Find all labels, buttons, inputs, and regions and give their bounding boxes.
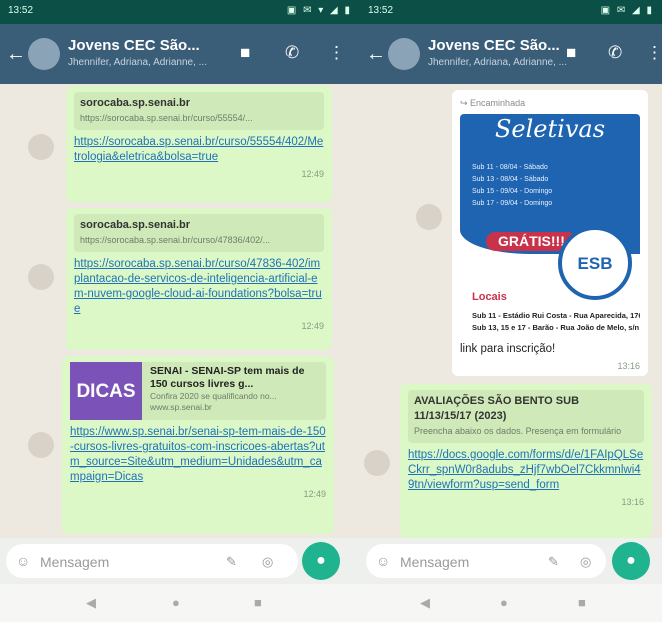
nav-back-icon[interactable]: ◀ — [86, 595, 96, 611]
status-icons: ▣ ✉ ◢ ▮ — [600, 5, 654, 16]
preview-url: https://sorocaba.sp.senai.br/curso/55554… — [80, 113, 253, 123]
sender-avatar[interactable] — [28, 264, 54, 290]
message-input[interactable]: ☺ Mensagem ✎ ◎ — [6, 544, 298, 578]
sender-avatar[interactable] — [416, 204, 442, 230]
camera-icon[interactable]: ◎ — [262, 554, 273, 570]
mic-icon[interactable]: ● — [302, 542, 340, 580]
poster-title: Seletivas — [494, 115, 606, 143]
nav-home-icon[interactable]: ● — [172, 595, 180, 610]
status-time: 13:52 — [8, 5, 34, 16]
group-title[interactable]: Jovens CEC São... — [428, 37, 560, 54]
status-icons: ▣ ✉ ▾ ◢ ▮ — [286, 5, 352, 16]
group-avatar[interactable] — [388, 38, 420, 70]
emoji-icon[interactable]: ☺ — [16, 553, 30, 569]
message-placeholder: Mensagem — [400, 554, 470, 570]
system-navbar: ◀ ● ■ — [360, 584, 662, 622]
chat-screen-right: 13:52 ▣ ✉ ◢ ▮ ← Jovens CEC São... Jhenni… — [360, 0, 662, 622]
message-bubble[interactable]: sorocaba.sp.senai.br https://sorocaba.sp… — [66, 86, 332, 202]
poster-line: Sub 17 - 09/04 - Domingo — [472, 200, 553, 207]
camera-icon[interactable]: ◎ — [580, 554, 591, 570]
back-arrow-icon[interactable]: ← — [6, 43, 26, 66]
preview-site: sorocaba.sp.senai.br — [80, 97, 191, 109]
message-bubble[interactable]: ↪ Encaminhada Seletivas Sub 11 - 08/04 -… — [452, 90, 648, 376]
message-time: 12:49 — [303, 489, 326, 499]
preview-title: AVALIAÇÕES SÃO BENTO SUB 11/13/15/17 (20… — [414, 395, 580, 422]
poster-locais: Locais — [472, 291, 507, 303]
preview-image: DICAS — [70, 362, 142, 420]
status-bar: 13:52 ▣ ✉ ▾ ◢ ▮ — [0, 0, 360, 24]
message-bubble[interactable]: AVALIAÇÕES SÃO BENTO SUB 11/13/15/17 (20… — [400, 384, 652, 538]
sender-avatar[interactable] — [28, 134, 54, 160]
attach-icon[interactable]: ✎ — [226, 554, 237, 570]
more-options-icon[interactable]: ⋮ — [646, 43, 662, 63]
message-bubble[interactable]: sorocaba.sp.senai.br https://sorocaba.sp… — [66, 208, 332, 350]
poster-address: Sub 13, 15 e 17 - Barão - Rua João de Me… — [472, 323, 640, 332]
mic-icon[interactable]: ● — [612, 542, 650, 580]
group-title[interactable]: Jovens CEC São... — [68, 37, 200, 54]
nav-home-icon[interactable]: ● — [500, 595, 508, 610]
message-link[interactable]: https://sorocaba.sp.senai.br/curso/55554… — [74, 135, 324, 165]
message-bubble[interactable]: DICAS SENAI - SENAI-SP tem mais de 150 c… — [62, 356, 334, 534]
sender-avatar[interactable] — [364, 450, 390, 476]
status-bar: 13:52 ▣ ✉ ◢ ▮ — [360, 0, 662, 24]
message-time: 13:16 — [617, 361, 640, 371]
link-preview[interactable]: sorocaba.sp.senai.br https://sorocaba.sp… — [74, 214, 324, 252]
group-avatar[interactable] — [28, 38, 60, 70]
club-badge-logo: ESB — [558, 226, 632, 300]
group-members[interactable]: Jhennifer, Adriana, Adrianne, ... — [68, 57, 207, 68]
status-time: 13:52 — [368, 5, 394, 16]
message-list[interactable]: ↪ Encaminhada Seletivas Sub 11 - 08/04 -… — [360, 84, 662, 538]
message-input[interactable]: ☺ Mensagem ✎ ◎ — [366, 544, 606, 578]
nav-recents-icon[interactable]: ■ — [254, 595, 262, 610]
nav-back-icon[interactable]: ◀ — [420, 595, 430, 611]
link-preview[interactable]: sorocaba.sp.senai.br https://sorocaba.sp… — [74, 92, 324, 130]
preview-site: sorocaba.sp.senai.br — [80, 219, 191, 231]
forwarded-label: ↪ Encaminhada — [460, 98, 526, 108]
message-link[interactable]: https://sorocaba.sp.senai.br/curso/47836… — [74, 257, 324, 317]
message-link[interactable]: https://www.sp.senai.br/senai-sp-tem-mai… — [70, 425, 326, 485]
compose-bar: ☺ Mensagem ✎ ◎ ● — [0, 538, 360, 584]
message-time: 13:16 — [621, 497, 644, 507]
preview-title: SENAI - SENAI-SP tem mais de 150 cursos … — [150, 365, 305, 390]
back-arrow-icon[interactable]: ← — [366, 43, 386, 66]
nav-recents-icon[interactable]: ■ — [578, 595, 586, 610]
poster-image[interactable]: Seletivas Sub 11 - 08/04 - Sábado Sub 13… — [460, 114, 640, 334]
video-call-icon[interactable]: ■ — [240, 43, 250, 63]
group-members[interactable]: Jhennifer, Adriana, Adrianne, ... — [428, 57, 567, 68]
link-preview[interactable]: AVALIAÇÕES SÃO BENTO SUB 11/13/15/17 (20… — [408, 390, 644, 443]
message-link[interactable]: https://docs.google.com/forms/d/e/1FAIpQ… — [408, 448, 644, 493]
video-call-icon[interactable]: ■ — [566, 43, 576, 63]
link-preview[interactable]: DICAS SENAI - SENAI-SP tem mais de 150 c… — [70, 362, 326, 420]
system-navbar: ◀ ● ■ — [0, 584, 360, 622]
message-list[interactable]: sorocaba.sp.senai.br https://sorocaba.sp… — [0, 84, 360, 538]
chat-screen-left: 13:52 ▣ ✉ ▾ ◢ ▮ ← Jovens CEC São... Jhen… — [0, 0, 360, 622]
message-time: 12:49 — [301, 169, 324, 179]
preview-description: Preencha abaixo os dados. Presença em fo… — [414, 426, 622, 436]
more-options-icon[interactable]: ⋮ — [328, 43, 345, 63]
phone-call-icon[interactable]: ✆ — [608, 43, 622, 63]
chat-header: ← Jovens CEC São... Jhennifer, Adriana, … — [360, 24, 662, 84]
sender-avatar[interactable] — [28, 432, 54, 458]
preview-url: https://sorocaba.sp.senai.br/curso/47836… — [80, 235, 271, 245]
phone-call-icon[interactable]: ✆ — [285, 43, 299, 63]
message-caption: link para inscrição! — [460, 343, 556, 355]
preview-domain: www.sp.senai.br — [150, 402, 212, 412]
message-placeholder: Mensagem — [40, 554, 110, 570]
chat-header: ← Jovens CEC São... Jhennifer, Adriana, … — [0, 24, 360, 84]
compose-bar: ☺ Mensagem ✎ ◎ ● — [360, 538, 662, 584]
preview-description: Confira 2020 se qualificando no... — [150, 391, 277, 401]
message-time: 12:49 — [301, 321, 324, 331]
attach-icon[interactable]: ✎ — [548, 554, 559, 570]
emoji-icon[interactable]: ☺ — [376, 553, 390, 569]
